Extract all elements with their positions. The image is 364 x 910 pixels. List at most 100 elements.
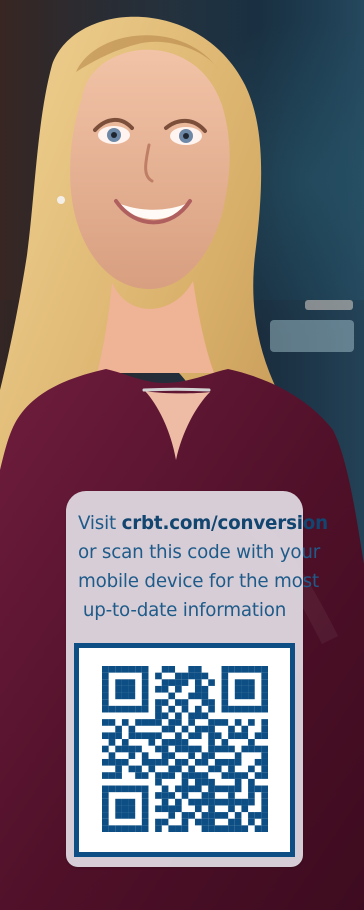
qr-module (161, 818, 169, 826)
qr-module (194, 818, 202, 826)
qr-module (194, 778, 202, 786)
qr-module (221, 739, 229, 746)
qr-module (248, 745, 255, 753)
qr-module (108, 772, 116, 779)
qr-module (115, 732, 122, 740)
qr-module (102, 772, 109, 779)
qr-module (201, 778, 209, 786)
qr-module (155, 778, 162, 786)
qr-module (181, 745, 189, 753)
qr-module (135, 732, 142, 740)
qr-module (181, 705, 189, 713)
qr-module (181, 699, 189, 706)
qr-module (181, 812, 189, 819)
qr-module (141, 792, 149, 799)
qr-module (221, 685, 229, 693)
qr-module (161, 772, 169, 779)
qr-module (221, 666, 229, 673)
promo-line-3: mobile device for the most (78, 571, 319, 592)
qr-module (261, 758, 268, 766)
qr-module (261, 699, 268, 706)
qr-module (181, 792, 189, 799)
qr-module (208, 745, 215, 753)
qr-module (254, 745, 262, 753)
qr-module (121, 798, 129, 806)
qr-module (168, 752, 176, 759)
qr-module (228, 765, 235, 773)
qr-module (175, 745, 182, 753)
qr-module (234, 719, 242, 726)
qr-module (168, 679, 176, 686)
qr-module (175, 758, 182, 766)
qr-module (175, 699, 182, 706)
qr-module (208, 785, 215, 793)
qr-module (234, 705, 242, 713)
qr-module (175, 798, 182, 806)
qr-module (115, 758, 122, 766)
qr-module (201, 818, 209, 826)
qr-module (248, 792, 255, 799)
qr-module (148, 719, 156, 726)
qr-module (121, 758, 129, 766)
qr-module (181, 758, 189, 766)
qr-module (121, 745, 129, 753)
qr-module (188, 785, 195, 793)
qr-module (248, 685, 255, 693)
qr-module (208, 699, 215, 706)
qr-module (261, 692, 268, 700)
qr-module (208, 725, 215, 733)
qr-module (108, 739, 116, 746)
qr-module (108, 752, 116, 759)
qr-module (168, 739, 176, 746)
qr-module (261, 745, 268, 753)
qr-module (175, 805, 182, 813)
qr-module (188, 692, 195, 700)
qr-module (221, 672, 229, 680)
qr-module (108, 785, 116, 793)
qr-module (254, 732, 262, 740)
qr-code-frame[interactable] (74, 643, 295, 857)
qr-module (214, 745, 222, 753)
qr-module (155, 705, 162, 713)
qr-module (234, 679, 242, 686)
qr-module (221, 798, 229, 806)
qr-module (108, 666, 116, 673)
qr-module (148, 765, 156, 773)
promo-link-text[interactable]: crbt.com/conversion (122, 513, 329, 534)
qr-module (194, 679, 202, 686)
qr-module (155, 772, 162, 779)
qr-module (221, 719, 229, 726)
qr-module (128, 785, 136, 793)
qr-module (155, 745, 162, 753)
qr-module (115, 798, 122, 806)
qr-module (148, 739, 156, 746)
qr-module (155, 685, 162, 693)
qr-module (121, 679, 129, 686)
qr-module (115, 812, 122, 819)
qr-module (221, 679, 229, 686)
qr-code[interactable] (102, 666, 268, 832)
qr-module (181, 778, 189, 786)
qr-module (194, 745, 202, 753)
qr-module (261, 685, 268, 693)
qr-module (201, 685, 209, 693)
qr-module (234, 732, 242, 740)
qr-module (121, 812, 129, 819)
qr-module (102, 705, 109, 713)
qr-module (128, 745, 136, 753)
qr-module (161, 699, 169, 706)
qr-module (228, 792, 235, 799)
qr-module (102, 805, 109, 813)
qr-module (181, 672, 189, 680)
qr-module (135, 745, 142, 753)
qr-module (261, 725, 268, 733)
qr-module (188, 666, 195, 673)
qr-module (221, 699, 229, 706)
qr-module (194, 666, 202, 673)
qr-module (128, 812, 136, 819)
qr-module (121, 825, 129, 832)
qr-module (128, 725, 136, 733)
qr-module (141, 685, 149, 693)
qr-module (141, 666, 149, 673)
qr-module (241, 745, 249, 753)
